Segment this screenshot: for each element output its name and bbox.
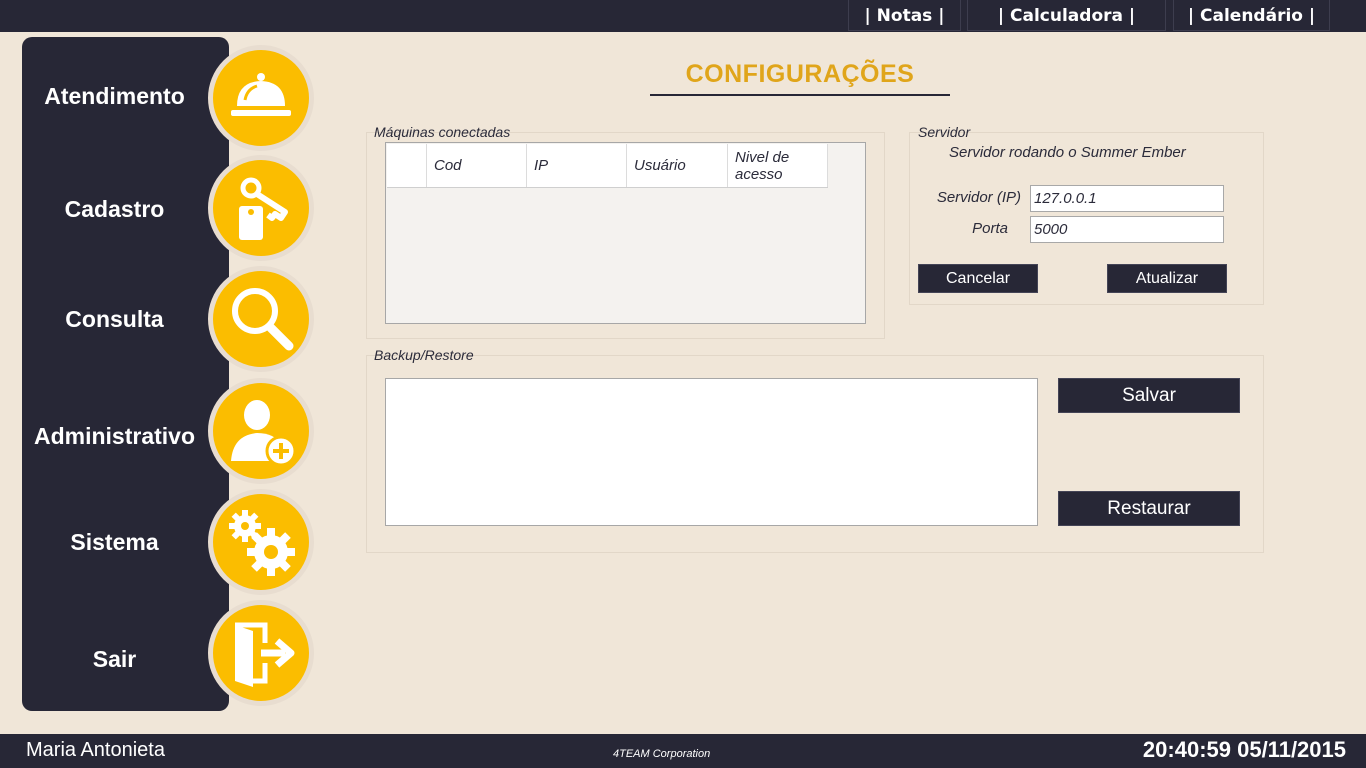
port-input[interactable]: 5000 bbox=[1030, 216, 1224, 243]
add-user-icon bbox=[208, 378, 314, 484]
title-underline bbox=[650, 94, 950, 96]
sidebar-item-cadastro[interactable]: Cadastro bbox=[22, 155, 322, 261]
column-header-select[interactable] bbox=[387, 144, 427, 187]
server-ip-label: Servidor (IP) bbox=[936, 189, 1021, 206]
sidebar-item-administrativo[interactable]: Administrativo bbox=[22, 378, 322, 484]
backup-group-label: Backup/Restore bbox=[374, 347, 474, 363]
column-header-cod[interactable]: Cod bbox=[427, 144, 527, 187]
top-bar: | Notas | | Calculadora | | Calendário | bbox=[0, 0, 1366, 32]
company-name: 4TEAM Corporation bbox=[613, 748, 711, 760]
machines-group-label: Máquinas conectadas bbox=[374, 124, 511, 140]
backup-textarea[interactable] bbox=[385, 378, 1038, 526]
sidebar-item-label: Consulta bbox=[65, 306, 164, 332]
restore-button[interactable]: Restaurar bbox=[1058, 491, 1240, 526]
notas-link[interactable]: | Notas | bbox=[848, 0, 961, 31]
sidebar-item-label: Atendimento bbox=[44, 83, 185, 109]
sidebar-item-consulta[interactable]: Consulta bbox=[22, 266, 322, 372]
calendario-link[interactable]: | Calendário | bbox=[1173, 0, 1330, 31]
sidebar-item-sair[interactable]: Sair bbox=[22, 600, 322, 706]
table-header: Cod IP Usuário Nivel de acesso bbox=[387, 144, 828, 188]
column-header-usuario[interactable]: Usuário bbox=[627, 144, 728, 187]
service-bell-icon bbox=[208, 45, 314, 151]
server-group-label: Servidor bbox=[918, 124, 971, 140]
clock: 20:40:59 05/11/2015 bbox=[1142, 737, 1346, 762]
save-button[interactable]: Salvar bbox=[1058, 378, 1240, 413]
sidebar-item-label: Cadastro bbox=[64, 196, 165, 222]
magnifier-icon bbox=[208, 266, 314, 372]
sidebar-item-label: Sair bbox=[92, 646, 137, 672]
column-header-nivel[interactable]: Nivel de acesso bbox=[728, 144, 828, 187]
server-ip-input[interactable]: 127.0.0.1 bbox=[1030, 185, 1224, 212]
user-name: Maria Antonieta bbox=[26, 739, 165, 761]
exit-door-icon bbox=[208, 600, 314, 706]
column-header-ip[interactable]: IP bbox=[527, 144, 627, 187]
update-button[interactable]: Atualizar bbox=[1107, 264, 1227, 293]
sidebar-item-label: Administrativo bbox=[33, 423, 196, 449]
sidebar: Atendimento Cadastro Consulta Administra… bbox=[22, 37, 314, 711]
sidebar-item-label: Sistema bbox=[70, 529, 159, 555]
gears-icon bbox=[208, 489, 314, 595]
page-title: CONFIGURAÇÕES bbox=[685, 60, 915, 88]
status-bar: Maria Antonieta 4TEAM Corporation 20:40:… bbox=[0, 734, 1366, 768]
server-status: Servidor rodando o Summer Ember bbox=[949, 144, 1186, 161]
cancel-button[interactable]: Cancelar bbox=[918, 264, 1038, 293]
sidebar-item-sistema[interactable]: Sistema bbox=[22, 489, 322, 595]
calculadora-link[interactable]: | Calculadora | bbox=[967, 0, 1166, 31]
key-tag-icon bbox=[208, 155, 314, 261]
port-label: Porta bbox=[972, 220, 1008, 237]
machines-table[interactable]: Cod IP Usuário Nivel de acesso bbox=[385, 142, 866, 324]
sidebar-item-atendimento[interactable]: Atendimento bbox=[22, 45, 322, 151]
